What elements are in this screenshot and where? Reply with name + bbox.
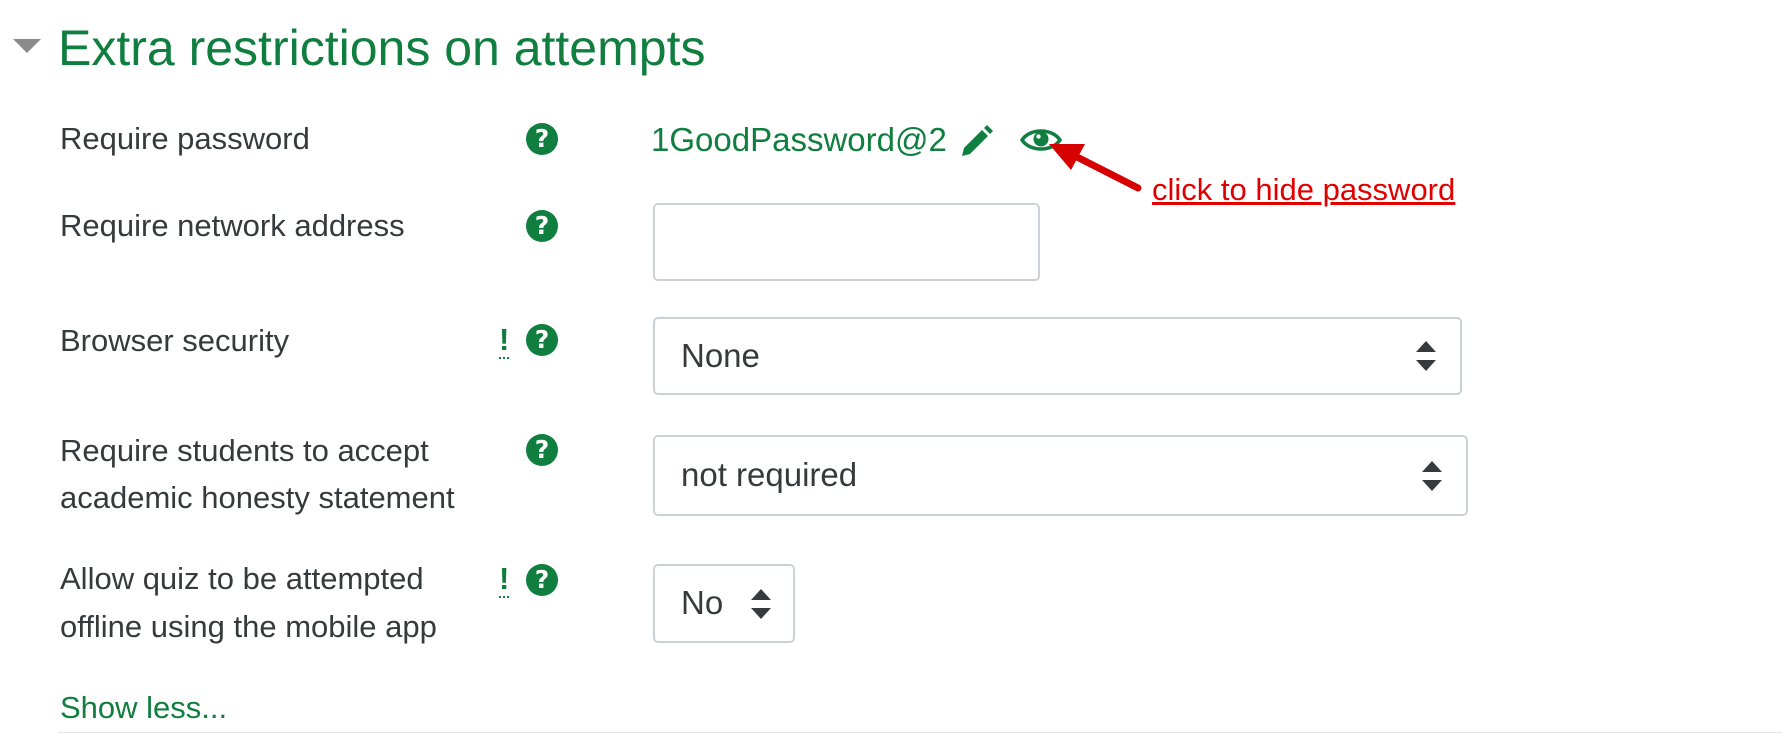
honesty-help-icon[interactable]: ?: [526, 434, 558, 466]
browser-security-select[interactable]: None: [653, 317, 1462, 395]
offline-label-line1: Allow quiz to be attempted: [60, 561, 424, 596]
offline-label-line2: offline using the mobile app: [60, 609, 437, 644]
offline-help-icon[interactable]: ?: [526, 564, 558, 596]
select-arrows-icon: [1422, 461, 1442, 491]
browser-security-label: Browser security: [60, 323, 290, 358]
annotation-arrow: [1049, 144, 1142, 192]
section-divider: [58, 732, 1782, 733]
honesty-select[interactable]: not required: [653, 435, 1468, 516]
select-arrows-icon: [751, 589, 771, 619]
network-address-label: Require network address: [60, 208, 405, 243]
offline-selected-value: No: [681, 584, 724, 621]
offline-select[interactable]: No: [653, 564, 795, 643]
select-arrows-icon: [1416, 341, 1436, 371]
show-less-link[interactable]: Show less...: [60, 688, 227, 728]
annotation-text: click to hide password: [1152, 172, 1456, 207]
pencil-icon[interactable]: [958, 122, 994, 158]
section-title[interactable]: Extra restrictions on attempts: [58, 16, 705, 80]
collapse-caret-icon[interactable]: [13, 39, 41, 53]
honesty-label-line2: academic honesty statement: [60, 480, 455, 515]
password-label: Require password: [60, 121, 310, 156]
advanced-element-icon[interactable]: !: [499, 562, 510, 598]
password-help-icon[interactable]: ?: [526, 123, 558, 155]
browser-security-selected-value: None: [681, 337, 760, 374]
browser-security-help-icon[interactable]: ?: [526, 324, 558, 356]
network-address-input[interactable]: [653, 203, 1040, 281]
network-address-help-icon[interactable]: ?: [526, 210, 558, 242]
password-value[interactable]: 1GoodPassword@2: [651, 120, 947, 160]
honesty-selected-value: not required: [681, 456, 858, 493]
advanced-element-icon[interactable]: !: [499, 323, 510, 359]
honesty-label-line1: Require students to accept: [60, 433, 429, 468]
